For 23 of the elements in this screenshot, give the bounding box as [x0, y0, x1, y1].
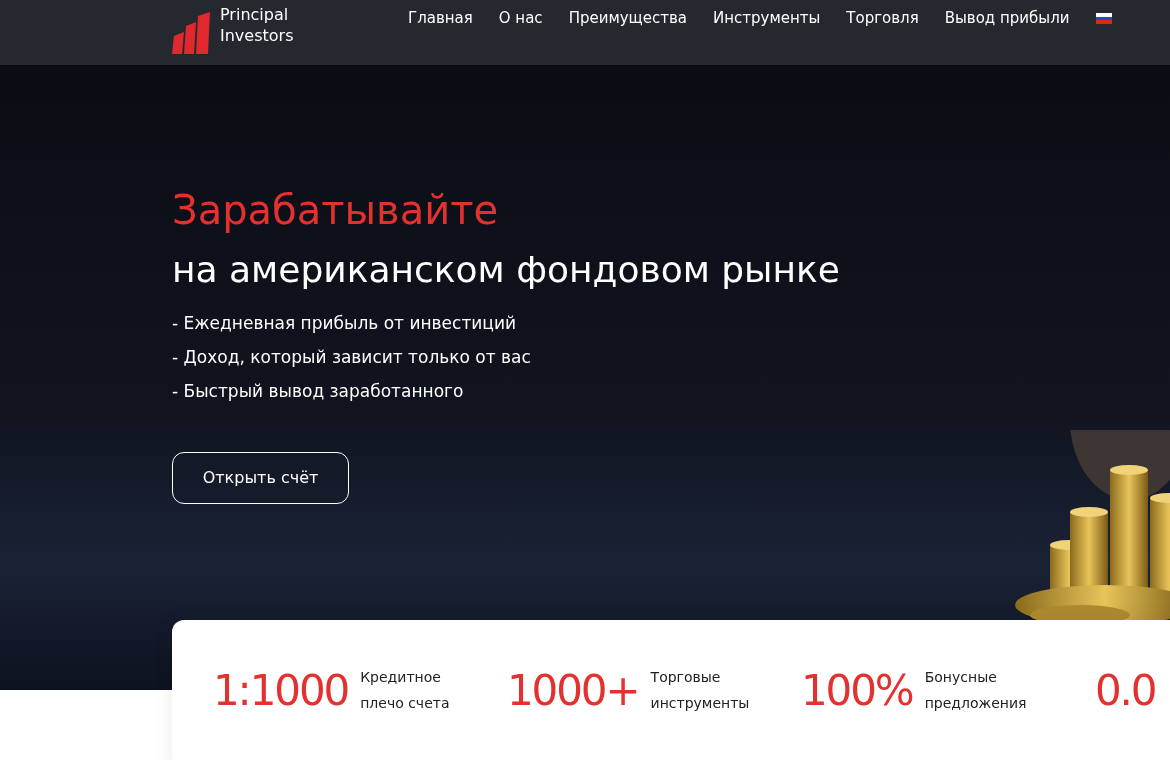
open-account-button[interactable]: Открыть счёт: [172, 452, 349, 504]
nav-link[interactable]: О нас: [498, 7, 543, 30]
stat-label: Бонусные предложения: [924, 668, 1028, 713]
stat-value: 100%: [801, 664, 913, 717]
nav-link[interactable]: Вывод прибыли: [944, 7, 1070, 30]
hero-bullet: - Быстрый вывод заработанного: [172, 380, 465, 403]
stat-value: 1:1000: [213, 664, 349, 717]
stat-value: 0.0: [1095, 664, 1156, 717]
hero-bullet: - Доход, который зависит только от вас: [172, 346, 532, 369]
hero-bullet: - Ежедневная прибыль от инвестиций: [172, 312, 518, 335]
stat-value: 1000+: [507, 664, 639, 717]
nav-link[interactable]: Торговля: [846, 7, 919, 30]
flag-icon[interactable]: [1095, 13, 1112, 24]
nav-link[interactable]: Инструменты: [713, 7, 821, 30]
hero-title-accent: Зарабатывайте: [172, 186, 500, 235]
stat-label: Торговые инструменты: [650, 668, 751, 713]
logo-text: Investors: [220, 24, 294, 46]
nav-link[interactable]: Главная: [408, 7, 473, 30]
logo-icon: [172, 11, 212, 54]
logo-text: Principal: [220, 3, 290, 25]
nav-link[interactable]: Преимущества: [568, 7, 687, 30]
stat-label: Кредитное плечо счета: [360, 668, 451, 713]
hero-title: на американском фондовом рынке: [172, 248, 841, 292]
